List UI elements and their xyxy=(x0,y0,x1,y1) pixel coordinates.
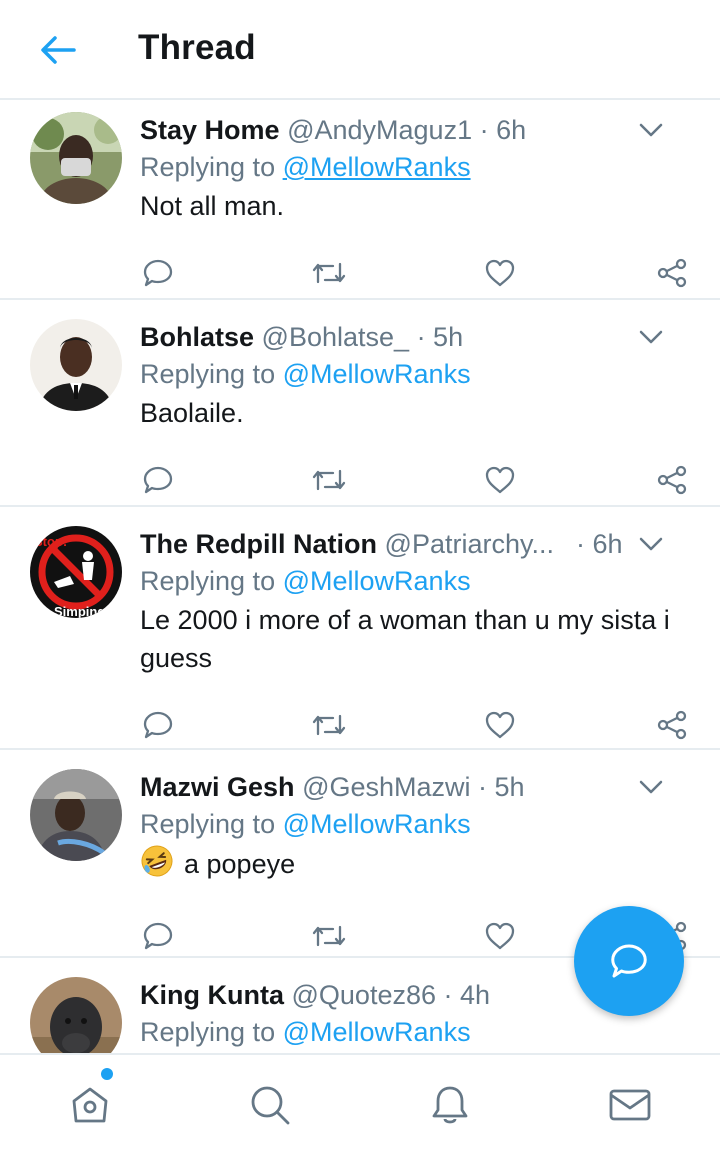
tweet-text: a popeye xyxy=(140,844,696,888)
heart-icon xyxy=(485,922,515,950)
more-options-button[interactable] xyxy=(636,772,666,802)
chevron-down-icon xyxy=(639,123,663,137)
retweet-button[interactable] xyxy=(311,462,347,498)
tweet[interactable]: Bohlatse @Bohlatse_ · 5h Replying to @Me… xyxy=(0,300,720,507)
reply-icon xyxy=(143,922,173,950)
heart-icon xyxy=(485,259,515,287)
tweet-header: Stay Home @AndyMaguz1 · 6h xyxy=(140,113,696,147)
retweet-icon xyxy=(312,714,346,736)
tweet-text: Le 2000 i more of a woman than u my sist… xyxy=(140,605,670,673)
user-handle[interactable]: @Quotez86 xyxy=(292,980,437,1010)
tab-notifications[interactable] xyxy=(426,1081,474,1129)
display-name[interactable]: King Kunta xyxy=(140,980,284,1010)
tweet[interactable]: Stay Home @AndyMaguz1 · 6h Replying to @… xyxy=(0,100,720,300)
share-button[interactable] xyxy=(654,255,690,291)
avatar[interactable]: Stop! Simping xyxy=(30,526,122,618)
messages-icon xyxy=(609,1089,651,1121)
timestamp[interactable]: · 5h xyxy=(417,322,464,352)
tweet[interactable]: Stop! Simping The Redpill Nation @Patria… xyxy=(0,507,720,750)
tab-search[interactable] xyxy=(246,1081,294,1129)
search-icon xyxy=(251,1086,290,1125)
tab-home[interactable] xyxy=(66,1081,114,1129)
share-button[interactable] xyxy=(654,462,690,498)
display-name[interactable]: Mazwi Gesh xyxy=(140,772,295,802)
mention-link[interactable]: @MellowRanks xyxy=(283,152,471,182)
compose-reply-button[interactable] xyxy=(574,906,684,1016)
replying-to: Replying to @MellowRanks xyxy=(140,809,471,839)
retweet-button[interactable] xyxy=(311,255,347,291)
reply-icon xyxy=(143,711,173,739)
timestamp[interactable]: · 6h xyxy=(480,115,527,145)
user-handle[interactable]: @Patriarchy... xyxy=(385,529,554,559)
more-options-button[interactable] xyxy=(636,322,666,352)
chevron-down-icon xyxy=(639,330,663,344)
tweet-text: Baolaile. xyxy=(140,398,244,428)
avatar[interactable] xyxy=(30,977,122,1053)
rolling-laughing-emoji-icon xyxy=(140,844,174,888)
reply-icon xyxy=(143,466,173,494)
like-button[interactable] xyxy=(482,462,518,498)
reply-button[interactable] xyxy=(140,255,176,291)
avatar[interactable] xyxy=(30,769,122,861)
display-name[interactable]: Stay Home xyxy=(140,115,280,145)
tweet-header: Mazwi Gesh @GeshMazwi · 5h xyxy=(140,770,696,804)
mention-link[interactable]: @MellowRanks xyxy=(283,809,471,839)
reply-button[interactable] xyxy=(140,707,176,743)
avatar-text-top: Stop! xyxy=(34,534,67,549)
top-bar: Thread xyxy=(0,0,720,100)
home-icon xyxy=(72,1087,108,1123)
user-handle[interactable]: @GeshMazwi xyxy=(302,772,470,802)
replying-to: Replying to @MellowRanks xyxy=(140,566,471,596)
share-icon xyxy=(657,258,687,288)
replying-to: Replying to @MellowRanks xyxy=(140,1017,471,1047)
notifications-icon xyxy=(432,1086,468,1124)
retweet-icon xyxy=(312,262,346,284)
replying-to: Replying to @MellowRanks xyxy=(140,152,471,182)
chevron-down-icon xyxy=(639,537,663,551)
user-handle[interactable]: @Bohlatse_ xyxy=(262,322,410,352)
like-button[interactable] xyxy=(482,918,518,954)
compose-reply-icon xyxy=(611,944,647,978)
avatar-text-bottom: Simping xyxy=(54,604,105,618)
avatar[interactable] xyxy=(30,319,122,411)
like-button[interactable] xyxy=(482,255,518,291)
tweet-header: Bohlatse @Bohlatse_ · 5h xyxy=(140,320,696,354)
page-title: Thread xyxy=(138,28,256,67)
avatar[interactable] xyxy=(30,112,122,204)
reply-button[interactable] xyxy=(140,918,176,954)
display-name[interactable]: Bohlatse xyxy=(140,322,254,352)
share-icon xyxy=(657,465,687,495)
mention-link[interactable]: @MellowRanks xyxy=(283,1017,471,1047)
mention-link[interactable]: @MellowRanks xyxy=(283,566,471,596)
tweet-text: Not all man. xyxy=(140,191,285,221)
user-handle[interactable]: @AndyMaguz1 xyxy=(287,115,472,145)
reply-icon xyxy=(143,259,173,287)
chevron-down-icon xyxy=(639,780,663,794)
like-button[interactable] xyxy=(482,707,518,743)
replying-to: Replying to @MellowRanks xyxy=(140,359,471,389)
more-options-button[interactable] xyxy=(636,529,666,559)
timestamp[interactable]: · 5h xyxy=(478,772,525,802)
reply-button[interactable] xyxy=(140,462,176,498)
mention-link[interactable]: @MellowRanks xyxy=(283,359,471,389)
arrow-left-icon xyxy=(41,36,76,64)
more-options-button[interactable] xyxy=(636,115,666,145)
timestamp[interactable]: · 4h xyxy=(444,980,491,1010)
retweet-button[interactable] xyxy=(311,707,347,743)
timestamp[interactable]: · 6h xyxy=(576,527,623,561)
back-button[interactable] xyxy=(38,30,78,70)
display-name[interactable]: The Redpill Nation xyxy=(140,529,377,559)
share-icon xyxy=(657,710,687,740)
retweet-icon xyxy=(312,469,346,491)
new-content-indicator xyxy=(101,1068,113,1080)
tweet-header: The Redpill Nation @Patriarchy... · 6h xyxy=(140,527,696,561)
retweet-icon xyxy=(312,925,346,947)
retweet-button[interactable] xyxy=(311,918,347,954)
heart-icon xyxy=(485,711,515,739)
tab-messages[interactable] xyxy=(606,1081,654,1129)
share-button[interactable] xyxy=(654,707,690,743)
heart-icon xyxy=(485,466,515,494)
